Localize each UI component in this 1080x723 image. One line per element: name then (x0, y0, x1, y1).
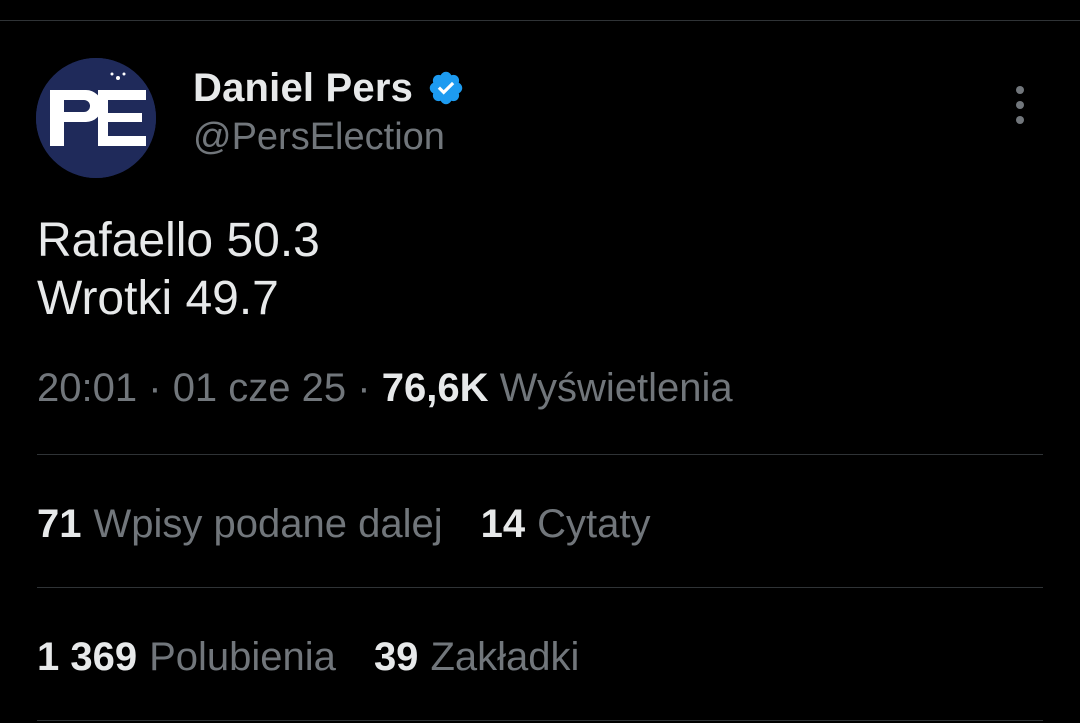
more-vertical-icon-dot (1016, 101, 1024, 109)
quotes-stat[interactable]: 14 Cytaty (481, 502, 651, 547)
meta-separator: · (357, 366, 371, 410)
views-count: 76,6K (381, 366, 489, 410)
divider (37, 587, 1043, 588)
tweet-text: Rafaello 50.3 Wrotki 49.7 (37, 212, 320, 328)
meta-separator: · (148, 366, 162, 410)
bookmarks-count: 39 (373, 635, 419, 679)
stats-row-likes: 1 369 Polubienia 39 Zakładki (37, 635, 617, 680)
more-vertical-icon (1016, 86, 1024, 94)
avatar[interactable] (36, 58, 156, 178)
name-row: Daniel Pers (193, 66, 465, 110)
display-name[interactable]: Daniel Pers (193, 66, 413, 111)
verified-badge-icon (429, 71, 463, 105)
more-options-button[interactable] (1000, 82, 1040, 128)
tweet-time[interactable]: 20:01 (37, 366, 137, 410)
more-vertical-icon-dot (1016, 116, 1024, 124)
retweets-stat[interactable]: 71 Wpisy podane dalej (37, 502, 443, 547)
tweet-meta: 20:01 · 01 cze 25 · 76,6K Wyświetlenia (37, 366, 733, 411)
tweet-date[interactable]: 01 cze 25 (173, 366, 346, 410)
retweets-label: Wpisy podane dalej (93, 502, 443, 546)
stats-row-shares: 71 Wpisy podane dalej 14 Cytaty (37, 502, 688, 547)
tweet-line: Wrotki 49.7 (37, 272, 279, 325)
divider (37, 720, 1043, 721)
author-block: Daniel Pers @PersElection (193, 66, 465, 159)
quotes-count: 14 (480, 502, 526, 546)
bookmarks-stat[interactable]: 39 Zakładki (374, 635, 579, 680)
bookmarks-label: Zakładki (430, 635, 580, 679)
quotes-label: Cytaty (537, 502, 651, 546)
likes-label: Polubienia (149, 635, 336, 679)
avatar-logo (36, 58, 156, 178)
likes-stat[interactable]: 1 369 Polubienia (37, 635, 336, 680)
divider (37, 454, 1043, 455)
user-handle[interactable]: @PersElection (193, 116, 465, 159)
top-divider (0, 20, 1080, 21)
views-label: Wyświetlenia (499, 366, 733, 410)
retweets-count: 71 (37, 502, 82, 546)
tweet-line: Rafaello 50.3 (37, 214, 320, 267)
likes-count: 1 369 (37, 635, 138, 679)
